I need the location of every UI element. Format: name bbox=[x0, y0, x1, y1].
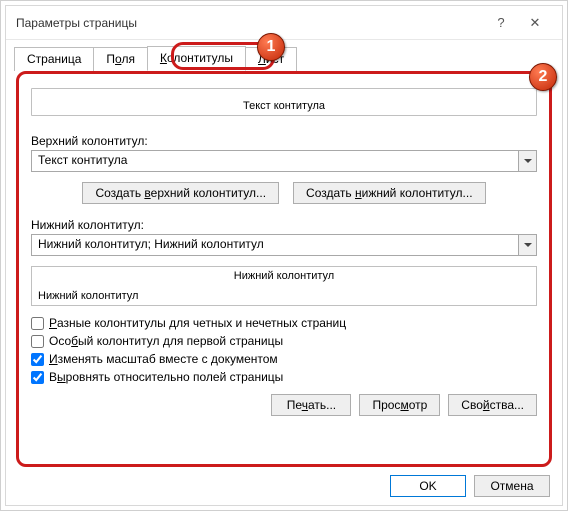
close-button[interactable]: ✕ bbox=[518, 15, 552, 31]
header-preview-text: Текст контитула bbox=[243, 100, 325, 112]
upper-header-combo[interactable]: Текст контитула bbox=[31, 150, 537, 172]
create-lower-header-button[interactable]: Создать нижний колонтитул... bbox=[293, 182, 485, 204]
checkbox[interactable] bbox=[31, 371, 44, 384]
preview-button[interactable]: Просмотр bbox=[359, 394, 440, 416]
upper-header-value: Текст контитула bbox=[32, 151, 518, 171]
tab-fields[interactable]: Поля bbox=[93, 47, 148, 71]
properties-button[interactable]: Свойства... bbox=[448, 394, 537, 416]
footer-preview: Нижний колонтитул Нижний колонтитул bbox=[31, 266, 537, 306]
checkbox[interactable] bbox=[31, 353, 44, 366]
annotation-badge-2: 2 bbox=[529, 63, 557, 91]
dialog-title: Параметры страницы bbox=[16, 16, 484, 30]
check-scale-with-document[interactable]: Изменять масштаб вместе с документом bbox=[31, 352, 537, 366]
print-button[interactable]: Печать... bbox=[271, 394, 351, 416]
check-different-odd-even[interactable]: Разные колонтитулы для четных и нечетных… bbox=[31, 316, 537, 330]
dialog-buttons: OK Отмена bbox=[6, 467, 562, 505]
page-setup-dialog: Параметры страницы ? ✕ Страница Поля Кол… bbox=[0, 0, 568, 511]
check-align-with-margins[interactable]: Выровнять относительно полей страницы bbox=[31, 370, 537, 384]
tab-page[interactable]: Страница bbox=[14, 47, 94, 71]
annotation-highlight-content: Текст контитула Верхний колонтитул: Текс… bbox=[16, 71, 552, 467]
cancel-button[interactable]: Отмена bbox=[474, 475, 550, 497]
lower-header-combo[interactable]: Нижний колонтитул; Нижний колонтитул bbox=[31, 234, 537, 256]
lower-header-label: Нижний колонтитул: bbox=[31, 218, 537, 232]
upper-header-label: Верхний колонтитул: bbox=[31, 134, 537, 148]
titlebar: Параметры страницы ? ✕ bbox=[6, 6, 562, 40]
checkbox[interactable] bbox=[31, 335, 44, 348]
checkbox[interactable] bbox=[31, 317, 44, 330]
annotation-badge-1: 1 bbox=[257, 33, 285, 61]
chevron-down-icon[interactable] bbox=[518, 151, 536, 171]
footer-preview-center: Нижний колонтитул bbox=[32, 270, 536, 282]
create-upper-header-button[interactable]: Создать верхний колонтитул... bbox=[82, 182, 279, 204]
ok-button[interactable]: OK bbox=[390, 475, 466, 497]
footer-preview-left: Нижний колонтитул bbox=[38, 290, 138, 302]
chevron-down-icon[interactable] bbox=[518, 235, 536, 255]
help-button[interactable]: ? bbox=[484, 15, 518, 30]
lower-header-value: Нижний колонтитул; Нижний колонтитул bbox=[32, 235, 518, 255]
check-special-first-page[interactable]: Особый колонтитул для первой страницы bbox=[31, 334, 537, 348]
tab-headers[interactable]: Колонтитулы bbox=[147, 46, 246, 71]
header-preview: Текст контитула bbox=[31, 88, 537, 116]
